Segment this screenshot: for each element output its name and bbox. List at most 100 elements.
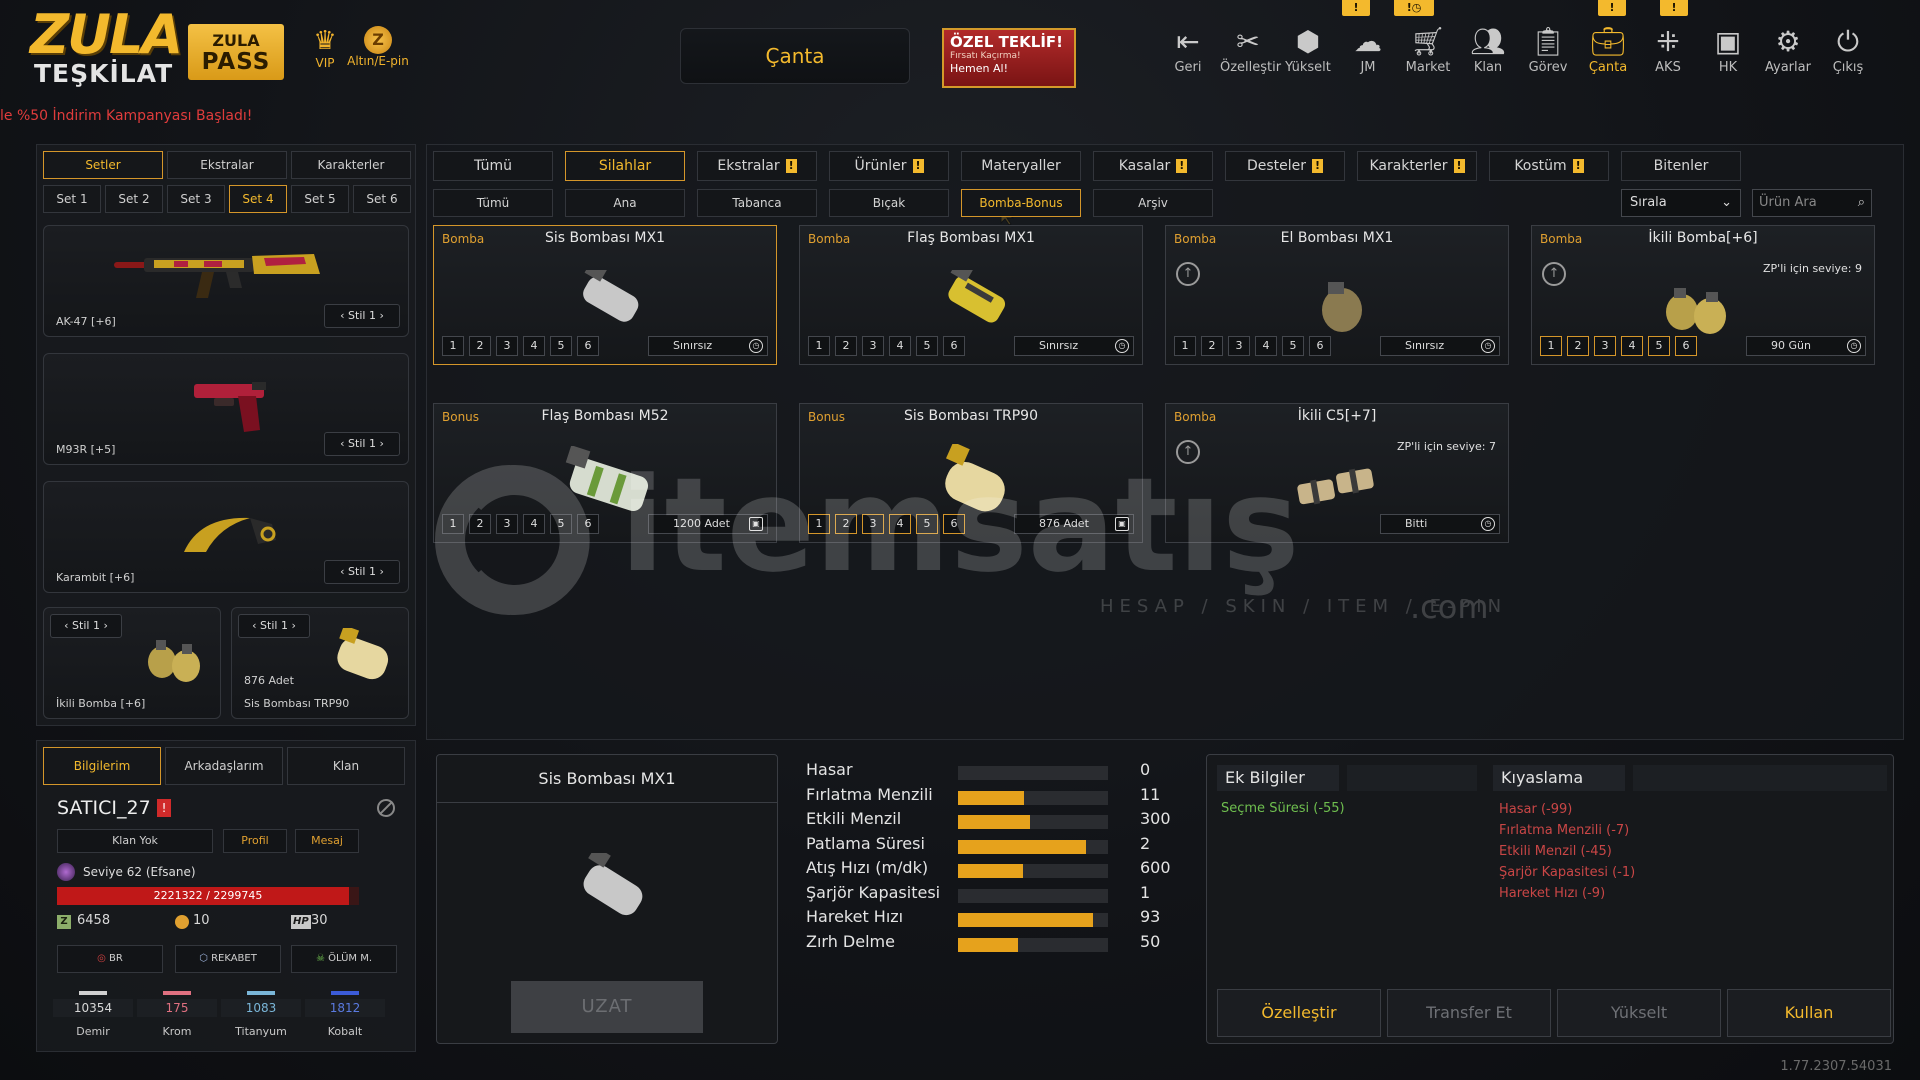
profil-button[interactable]: Profil: [223, 829, 287, 853]
chevron-left-icon[interactable]: ‹: [340, 309, 348, 322]
chevron-left-icon[interactable]: ‹: [340, 437, 348, 450]
tab-klan[interactable]: Klan: [287, 747, 405, 785]
level-pip[interactable]: 2: [1567, 336, 1589, 356]
cat-silahlar[interactable]: Silahlar: [565, 151, 685, 181]
cat-kasalar[interactable]: Kasalar!: [1093, 151, 1213, 181]
transfer-button[interactable]: Transfer Et: [1387, 989, 1551, 1037]
level-pip[interactable]: 6: [577, 336, 599, 356]
level-pip[interactable]: 1: [808, 514, 830, 534]
nav-aks[interactable]: ⁜ AKS: [1640, 24, 1696, 75]
level-pip[interactable]: 2: [469, 514, 491, 534]
level-pip[interactable]: 5: [916, 336, 938, 356]
nav-gorev[interactable]: 📋︎ Görev: [1520, 24, 1576, 75]
cat-bitenler[interactable]: Bitenler: [1621, 151, 1741, 181]
level-pip[interactable]: 3: [1594, 336, 1616, 356]
set-tab-3[interactable]: Set 3: [167, 185, 225, 213]
item-card[interactable]: Bonus Flaş Bombası M52 123456 1200 Adet ▣: [433, 403, 777, 543]
sort-dropdown[interactable]: Sırala ⌄: [1621, 189, 1741, 217]
slot-grenade-1[interactable]: ‹ Stil 1 › İkili Bomba [+6]: [43, 607, 221, 719]
slot-grenade-1-style-picker[interactable]: ‹ Stil 1 ›: [50, 614, 122, 638]
cat-kostum[interactable]: Kostüm!: [1489, 151, 1609, 181]
cat-karakterler[interactable]: Karakterler!: [1357, 151, 1477, 181]
chevron-right-icon[interactable]: ›: [376, 437, 383, 450]
level-pip[interactable]: 4: [523, 336, 545, 356]
nav-ayarlar[interactable]: ⚙ Ayarlar: [1760, 24, 1816, 75]
level-pip[interactable]: 3: [862, 336, 884, 356]
slot-pistol-style-picker[interactable]: ‹ Stil 1 ›: [324, 432, 400, 456]
nav-cikis[interactable]: ⏻ Çıkış: [1820, 24, 1876, 75]
level-pip[interactable]: 3: [1228, 336, 1250, 356]
sub-ana[interactable]: Ana: [565, 189, 685, 217]
chevron-left-icon[interactable]: ‹: [252, 619, 260, 632]
cat-tumu[interactable]: Tümü: [433, 151, 553, 181]
tab-setler[interactable]: Setler: [43, 151, 163, 179]
set-tab-5[interactable]: Set 5: [291, 185, 349, 213]
nav-ozellestir[interactable]: ✂ Özelleştir: [1220, 24, 1281, 75]
level-pip[interactable]: 2: [1201, 336, 1223, 356]
nav-yukselt[interactable]: ⬢ Yükselt: [1280, 24, 1336, 75]
slot-knife-style-picker[interactable]: ‹ Stil 1 ›: [324, 560, 400, 584]
item-card[interactable]: Bomba El Bombası MX1 ↑ 123456 Sınırsız ◷: [1165, 225, 1509, 365]
special-offer-banner[interactable]: ÖZEL TEKLİF! Fırsatı Kaçırma! Hemen Al!: [942, 28, 1076, 88]
set-tab-2[interactable]: Set 2: [105, 185, 163, 213]
klan-yok-button[interactable]: Klan Yok: [57, 829, 213, 853]
mode-br-button[interactable]: ◎ BR: [57, 945, 163, 973]
tab-ekstralar[interactable]: Ekstralar: [167, 151, 287, 179]
level-pip[interactable]: 4: [1255, 336, 1277, 356]
item-card[interactable]: Bomba Sis Bombası MX1 123456 Sınırsız ◷: [433, 225, 777, 365]
set-tab-1[interactable]: Set 1: [43, 185, 101, 213]
level-pip[interactable]: 2: [835, 336, 857, 356]
zula-logo[interactable]: ZULA TEŞKİLAT: [30, 8, 183, 94]
item-card[interactable]: Bonus Sis Bombası TRP90 123456 876 Adet ▣: [799, 403, 1143, 543]
level-pip[interactable]: 5: [1282, 336, 1304, 356]
block-icon[interactable]: [377, 799, 395, 817]
mode-rekabet-button[interactable]: ⬡ REKABET: [175, 945, 281, 973]
chevron-left-icon[interactable]: ‹: [340, 565, 348, 578]
nav-hk[interactable]: ▣ HK: [1700, 24, 1756, 75]
level-pip[interactable]: 4: [523, 514, 545, 534]
sub-tabanca[interactable]: Tabanca: [697, 189, 817, 217]
level-pip[interactable]: 1: [1174, 336, 1196, 356]
chevron-right-icon[interactable]: ›: [100, 619, 107, 632]
chevron-right-icon[interactable]: ›: [376, 309, 383, 322]
level-pip[interactable]: 6: [1309, 336, 1331, 356]
altin-epin-button[interactable]: Z Altın/E-pin: [340, 26, 416, 68]
sub-arsiv[interactable]: Arşiv: [1093, 189, 1213, 217]
cat-materyaller[interactable]: Materyaller: [961, 151, 1081, 181]
upgrade-arrow-icon[interactable]: ↑: [1176, 440, 1200, 464]
level-pip[interactable]: 2: [469, 336, 491, 356]
mode-olum-button[interactable]: ☠ ÖLÜM M.: [291, 945, 397, 973]
search-input[interactable]: Ürün Ara: [1759, 195, 1817, 210]
nav-klan[interactable]: 👥︎ Klan: [1460, 24, 1516, 75]
uzat-button[interactable]: UZAT: [511, 981, 703, 1033]
chevron-left-icon[interactable]: ‹: [64, 619, 72, 632]
sub-bomba-bonus[interactable]: Bomba-Bonus: [961, 189, 1081, 217]
slot-grenade-2[interactable]: ‹ Stil 1 › 876 Adet Sis Bombası TRP90: [231, 607, 409, 719]
nav-jm[interactable]: ☁ JM: [1340, 24, 1396, 75]
slot-pistol[interactable]: M93R [+5] ‹ Stil 1 ›: [43, 353, 409, 465]
slot-primary-style-picker[interactable]: ‹ Stil 1 ›: [324, 304, 400, 328]
slot-grenade-2-style-picker[interactable]: ‹ Stil 1 ›: [238, 614, 310, 638]
upgrade-arrow-icon[interactable]: ↑: [1176, 262, 1200, 286]
level-pip[interactable]: 4: [889, 514, 911, 534]
level-pip[interactable]: 3: [862, 514, 884, 534]
mesaj-button[interactable]: Mesaj: [295, 829, 359, 853]
tab-karakterler[interactable]: Karakterler: [291, 151, 411, 179]
sub-bicak[interactable]: Bıçak: [829, 189, 949, 217]
level-pip[interactable]: 1: [808, 336, 830, 356]
slot-primary-weapon[interactable]: AK-47 [+6] ‹ Stil 1 ›: [43, 225, 409, 337]
canta-title-button[interactable]: Çanta: [680, 28, 910, 84]
campaign-ticker[interactable]: le %50 İndirim Kampanyası Başladı!: [0, 108, 252, 124]
level-pip[interactable]: 2: [835, 514, 857, 534]
nav-market[interactable]: 🛒︎ Market: [1400, 24, 1456, 75]
tab-bilgilerim[interactable]: Bilgilerim: [43, 747, 161, 785]
slot-knife[interactable]: Karambit [+6] ‹ Stil 1 ›: [43, 481, 409, 593]
cat-urunler[interactable]: Ürünler!: [829, 151, 949, 181]
level-pip[interactable]: 5: [1648, 336, 1670, 356]
level-pip[interactable]: 6: [1675, 336, 1697, 356]
cat-desteler[interactable]: Desteler!: [1225, 151, 1345, 181]
chevron-right-icon[interactable]: ›: [288, 619, 295, 632]
level-pip[interactable]: 5: [550, 514, 572, 534]
level-pip[interactable]: 1: [1540, 336, 1562, 356]
nav-canta[interactable]: 💼︎ Çanta: [1580, 24, 1636, 75]
